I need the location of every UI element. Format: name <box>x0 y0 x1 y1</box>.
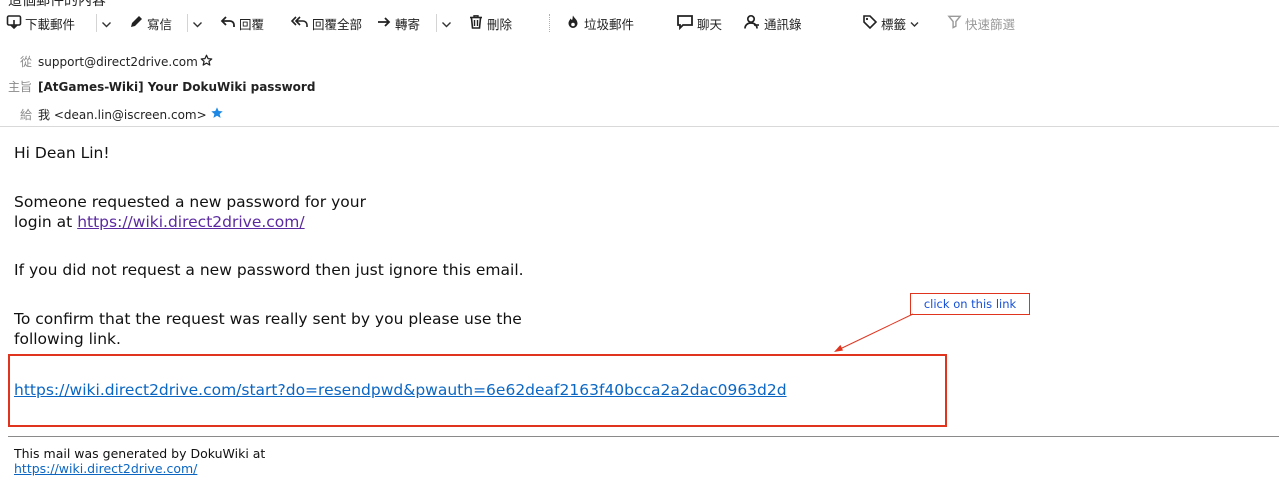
footer-link[interactable]: https://wiki.direct2drive.com/ <box>14 461 197 476</box>
annotation-arrow-icon <box>834 313 914 352</box>
footer-divider <box>8 436 1279 437</box>
footer: This mail was generated by DokuWiki at h… <box>14 446 265 476</box>
footer-text: This mail was generated by DokuWiki at <box>14 446 266 461</box>
